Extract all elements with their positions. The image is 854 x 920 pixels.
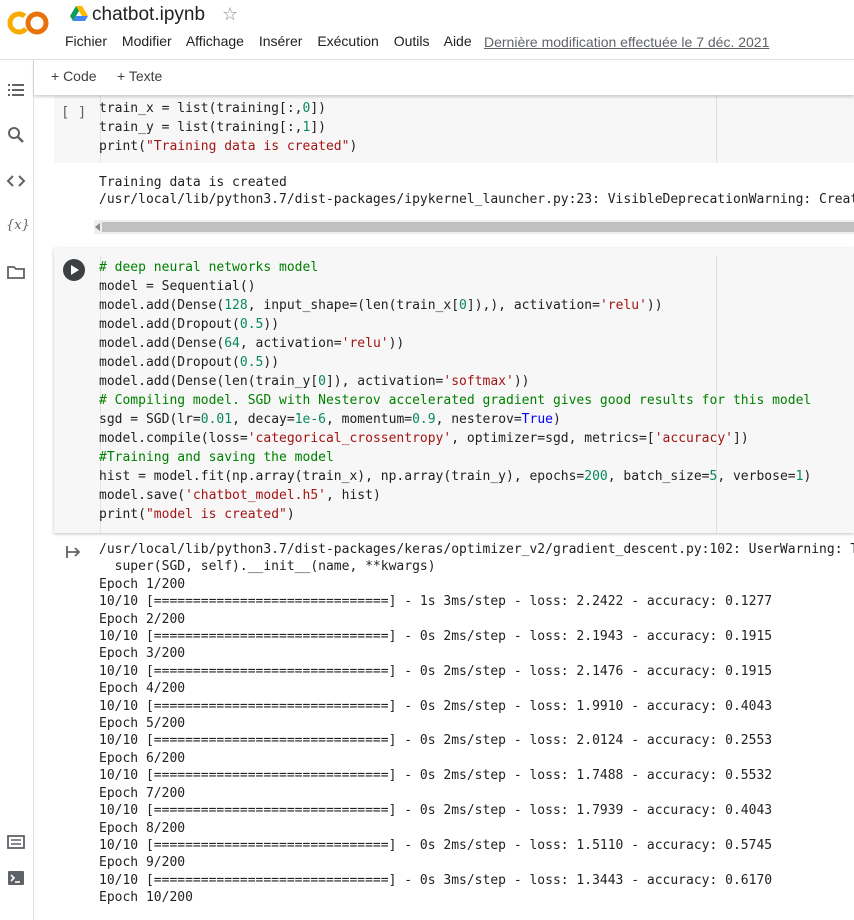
code-line: model.add(Dense(64, activation='relu')) — [99, 336, 405, 351]
output-line: Epoch 1/200 — [99, 576, 186, 592]
output-line: 10/10 [==============================] -… — [99, 768, 773, 784]
colab-logo[interactable] — [7, 9, 49, 37]
output-line: Epoch 3/200 — [99, 646, 186, 662]
output-line: 10/10 [==============================] -… — [99, 837, 773, 853]
header: chatbot.ipynb ☆ Fichier Modifier Afficha… — [0, 0, 854, 59]
menu-tools[interactable]: Outils — [394, 33, 430, 49]
output-line: 10/10 [==============================] -… — [99, 733, 773, 749]
code-snippets-icon[interactable] — [6, 171, 26, 191]
output-line: super(SGD, self).__init__(name, **kwargs… — [99, 559, 436, 575]
variables-icon[interactable]: {x} — [6, 216, 30, 236]
cell-execution-bracket[interactable]: [ ] — [61, 105, 86, 121]
output-menu-icon[interactable] — [66, 545, 82, 559]
code-line: print("Training data is created") — [99, 139, 358, 154]
scrollbar-thumb[interactable] — [102, 222, 854, 232]
terminal-icon[interactable] — [6, 868, 26, 888]
code-line: print("model is created") — [99, 507, 295, 522]
output-line: Epoch 4/200 — [99, 681, 186, 697]
output-line: Epoch 6/200 — [99, 750, 186, 766]
output-line: Training data is created — [99, 175, 287, 190]
menu-file[interactable]: Fichier — [65, 33, 107, 49]
google-drive-icon — [70, 6, 88, 21]
code-line: model.add(Dropout(0.5)) — [99, 317, 280, 332]
code-line: # deep neural networks model — [99, 260, 319, 275]
cell-output: /usr/local/lib/python3.7/dist-packages/k… — [99, 541, 854, 907]
toolbar: + Code + Texte — [34, 59, 854, 95]
code-line: train_y = list(training[:,1]) — [99, 120, 326, 135]
scroll-left-arrow-icon[interactable] — [95, 223, 100, 231]
command-palette-icon[interactable] — [6, 832, 26, 852]
code-editor[interactable]: train_x = list(training[:,0]) train_y = … — [99, 99, 357, 156]
menu-runtime[interactable]: Exécution — [317, 33, 378, 49]
output-line: 10/10 [==============================] -… — [99, 594, 773, 610]
output-line: 10/10 [==============================] -… — [99, 698, 773, 714]
output-line: Epoch 9/200 — [99, 855, 186, 871]
output-line: /usr/local/lib/python3.7/dist-packages/i… — [99, 192, 854, 208]
code-line: model.save('chatbot_model.h5', hist) — [99, 488, 381, 503]
cell-output: Training data is created /usr/local/lib/… — [99, 174, 854, 209]
output-line: Epoch 7/200 — [99, 785, 186, 801]
notebook-content: [ ] train_x = list(training[:,0]) train_… — [34, 95, 854, 919]
code-editor[interactable]: # deep neural networks model model = Seq… — [99, 258, 811, 524]
output-line: Epoch 10/200 — [99, 890, 193, 906]
horizontal-scrollbar[interactable] — [94, 220, 854, 234]
code-line: train_x = list(training[:,0]) — [99, 101, 326, 116]
menu-insert[interactable]: Insérer — [259, 33, 303, 49]
star-icon[interactable]: ☆ — [222, 4, 238, 25]
output-line: 10/10 [==============================] -… — [99, 629, 773, 645]
add-text-button[interactable]: + Texte — [117, 68, 162, 84]
notebook-title[interactable]: chatbot.ipynb — [92, 4, 205, 26]
output-line: Epoch 5/200 — [99, 716, 186, 732]
run-cell-button[interactable] — [63, 259, 85, 281]
menu-edit[interactable]: Modifier — [122, 33, 172, 49]
output-line: 10/10 [==============================] -… — [99, 803, 773, 819]
code-line: hist = model.fit(np.array(train_x), np.a… — [99, 469, 812, 484]
left-sidebar: {x} — [0, 59, 34, 920]
menu-view[interactable]: Affichage — [186, 33, 244, 49]
output-line: Epoch 2/200 — [99, 611, 186, 627]
menu-bar: Fichier Modifier Affichage Insérer Exécu… — [65, 33, 483, 49]
code-line: model.add(Dense(len(train_y[0]), activat… — [99, 374, 530, 389]
table-of-contents-icon[interactable] — [6, 80, 26, 100]
add-code-button[interactable]: + Code — [51, 68, 97, 84]
output-line: Epoch 8/200 — [99, 820, 186, 836]
code-line: model.add(Dropout(0.5)) — [99, 355, 280, 370]
code-line: # Compiling model. SGD with Nesterov acc… — [99, 393, 812, 408]
code-line: model.compile(loss='categorical_crossent… — [99, 431, 749, 446]
output-line: /usr/local/lib/python3.7/dist-packages/k… — [99, 542, 854, 557]
code-line: #Training and saving the model — [99, 450, 334, 465]
output-line: 10/10 [==============================] -… — [99, 872, 773, 888]
search-icon[interactable] — [6, 125, 26, 145]
menu-help[interactable]: Aide — [444, 33, 472, 49]
code-line: model.add(Dense(128, input_shape=(len(tr… — [99, 298, 663, 313]
last-modified-link[interactable]: Dernière modification effectuée le 7 déc… — [484, 34, 769, 50]
code-line: model = Sequential() — [99, 279, 256, 294]
files-icon[interactable] — [6, 262, 26, 282]
code-line: sgd = SGD(lr=0.01, decay=1e-6, momentum=… — [99, 412, 561, 427]
output-line: 10/10 [==============================] -… — [99, 663, 773, 679]
